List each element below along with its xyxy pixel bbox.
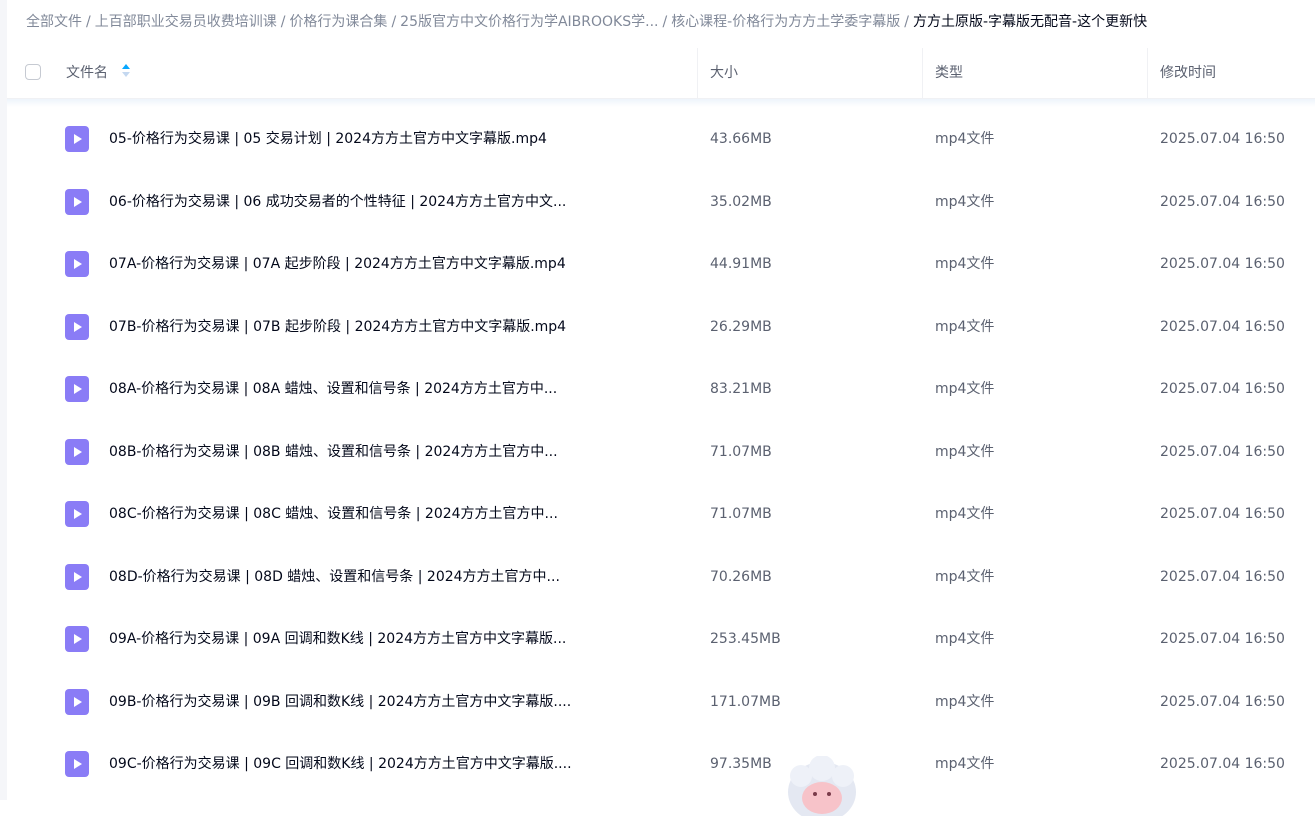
table-header: 文件名 大小 类型 修改时间 [7,48,1315,99]
column-header-name-label: 文件名 [66,65,108,81]
column-header-name[interactable]: 文件名 [66,48,131,98]
select-all-checkbox[interactable] [25,64,41,80]
column-divider[interactable] [1147,48,1148,98]
file-size: 71.07MB [710,506,772,522]
breadcrumb-link[interactable]: 价格行为课合集 [289,14,387,30]
table-row[interactable]: 09A-价格行为交易课 | 09A 回调和数K线 | 2024方方土官方中文字幕… [7,608,1315,671]
breadcrumb-link[interactable]: 全部文件 [26,14,82,30]
file-size: 70.26MB [710,568,772,585]
breadcrumb: 全部文件 / 上百部职业交易员收费培训课 / 价格行为课合集/25版官方中文价格行为学A… [26,8,1147,36]
file-modified-time: 2025.07.04 16:50 [1160,256,1285,272]
breadcrumb-link[interactable]: 上百部职业交易员收费培训课 [95,14,277,30]
column-header-size[interactable]: 大小 [710,48,738,98]
breadcrumb-separator: / [662,14,668,30]
file-modified-time: 2025.07.04 16:50 [1160,693,1285,710]
video-file-icon [65,376,89,402]
table-row[interactable]: 07B-价格行为交易课 | 07B 起步阶段 | 2024方方土官方中文字幕版.… [7,296,1315,359]
file-name[interactable]: 05-价格行为交易课 | 05 交易计划 | 2024方方土官方中文字幕版.mp… [109,108,547,171]
file-modified-time: 2025.07.04 16:50 [1160,631,1285,647]
file-name[interactable]: 09C-价格行为交易课 | 09C 回调和数K线 | 2024方方土官方中文字幕… [109,733,572,796]
file-name[interactable]: 07A-价格行为交易课 | 07A 起步阶段 | 2024方方土官方中文字幕版.… [109,233,566,296]
file-type: mp4文件 [935,193,995,210]
file-type: mp4文件 [935,693,995,710]
file-type: mp4文件 [935,506,995,522]
breadcrumb-separator: / [904,14,909,30]
file-size: 97.35MB [710,756,772,772]
file-modified-time: 2025.07.04 16:50 [1160,131,1285,147]
file-modified-time: 2025.07.04 16:50 [1160,756,1285,772]
file-modified-time: 2025.07.04 16:50 [1160,443,1285,460]
file-size: 43.66MB [710,131,772,147]
video-file-icon [65,251,89,277]
file-type: mp4文件 [935,631,995,647]
file-list: 05-价格行为交易课 | 05 交易计划 | 2024方方土官方中文字幕版.mp… [7,108,1315,796]
file-size: 44.91MB [710,256,772,272]
left-edge [0,0,7,800]
file-name[interactable]: 07B-价格行为交易课 | 07B 起步阶段 | 2024方方土官方中文字幕版.… [109,296,566,359]
file-modified-time: 2025.07.04 16:50 [1160,381,1285,397]
file-modified-time: 2025.07.04 16:50 [1160,318,1285,335]
file-size: 71.07MB [710,443,772,460]
video-file-icon [65,751,89,777]
column-divider[interactable] [697,48,698,98]
video-file-icon [65,501,89,527]
table-row[interactable]: 07A-价格行为交易课 | 07A 起步阶段 | 2024方方土官方中文字幕版.… [7,233,1315,296]
file-type: mp4文件 [935,568,995,585]
breadcrumb-separator: / [86,14,91,30]
breadcrumb-separator: / [280,14,286,30]
file-size: 83.21MB [710,381,772,397]
file-modified-time: 2025.07.04 16:50 [1160,193,1285,210]
file-name[interactable]: 08A-价格行为交易课 | 08A 蜡烛、设置和信号条 | 2024方方土官方中… [109,358,557,421]
file-name[interactable]: 08B-价格行为交易课 | 08B 蜡烛、设置和信号条 | 2024方方土官方中… [109,421,558,484]
breadcrumb-link[interactable]: 25版官方中文价格行为学AIBROOKS学... [400,14,658,30]
video-file-icon [65,188,89,215]
table-row[interactable]: 05-价格行为交易课 | 05 交易计划 | 2024方方土官方中文字幕版.mp… [7,108,1315,171]
table-row[interactable]: 08C-价格行为交易课 | 08C 蜡烛、设置和信号条 | 2024方方土官方中… [7,483,1315,546]
video-file-icon [65,126,89,152]
mascot-icon[interactable] [784,756,860,816]
breadcrumb-link[interactable]: 核心课程-价格行为方方土学委字幕版 [671,14,900,30]
file-type: mp4文件 [935,256,995,272]
file-type: mp4文件 [935,318,995,335]
file-modified-time: 2025.07.04 16:50 [1160,506,1285,522]
video-file-icon [65,688,89,715]
file-size: 253.45MB [710,631,781,647]
file-size: 26.29MB [710,318,772,335]
file-type: mp4文件 [935,131,995,147]
file-name[interactable]: 06-价格行为交易课 | 06 成功交易者的个性特征 | 2024方方土官方中文… [109,171,566,234]
breadcrumb-separator: / [391,14,397,30]
file-size: 35.02MB [710,193,772,210]
table-row[interactable]: 08B-价格行为交易课 | 08B 蜡烛、设置和信号条 | 2024方方土官方中… [7,421,1315,484]
header-shadow [7,99,1315,107]
file-type: mp4文件 [935,443,995,460]
table-row[interactable]: 08D-价格行为交易课 | 08D 蜡烛、设置和信号条 | 2024方方土官方中… [7,546,1315,609]
sort-arrows-icon[interactable] [122,64,131,78]
video-file-icon [65,563,89,590]
video-file-icon [65,438,89,465]
file-name[interactable]: 08D-价格行为交易课 | 08D 蜡烛、设置和信号条 | 2024方方土官方中… [109,546,560,609]
video-file-icon [65,313,89,340]
column-header-modified[interactable]: 修改时间 [1160,48,1216,98]
file-name[interactable]: 08C-价格行为交易课 | 08C 蜡烛、设置和信号条 | 2024方方土官方中… [109,483,558,546]
breadcrumb-current: 方方土原版-字幕版无配音-这个更新快 [912,14,1148,30]
table-row[interactable]: 09C-价格行为交易课 | 09C 回调和数K线 | 2024方方土官方中文字幕… [7,733,1315,796]
file-name[interactable]: 09B-价格行为交易课 | 09B 回调和数K线 | 2024方方土官方中文字幕… [109,671,571,734]
column-header-type[interactable]: 类型 [935,48,963,98]
file-type: mp4文件 [935,756,995,772]
table-row[interactable]: 09B-价格行为交易课 | 09B 回调和数K线 | 2024方方土官方中文字幕… [7,671,1315,734]
column-divider[interactable] [922,48,923,98]
table-row[interactable]: 06-价格行为交易课 | 06 成功交易者的个性特征 | 2024方方土官方中文… [7,171,1315,234]
file-size: 171.07MB [710,693,781,710]
file-type: mp4文件 [935,381,995,397]
file-name[interactable]: 09A-价格行为交易课 | 09A 回调和数K线 | 2024方方土官方中文字幕… [109,608,566,671]
video-file-icon [65,626,89,652]
table-row[interactable]: 08A-价格行为交易课 | 08A 蜡烛、设置和信号条 | 2024方方土官方中… [7,358,1315,421]
file-modified-time: 2025.07.04 16:50 [1160,568,1285,585]
